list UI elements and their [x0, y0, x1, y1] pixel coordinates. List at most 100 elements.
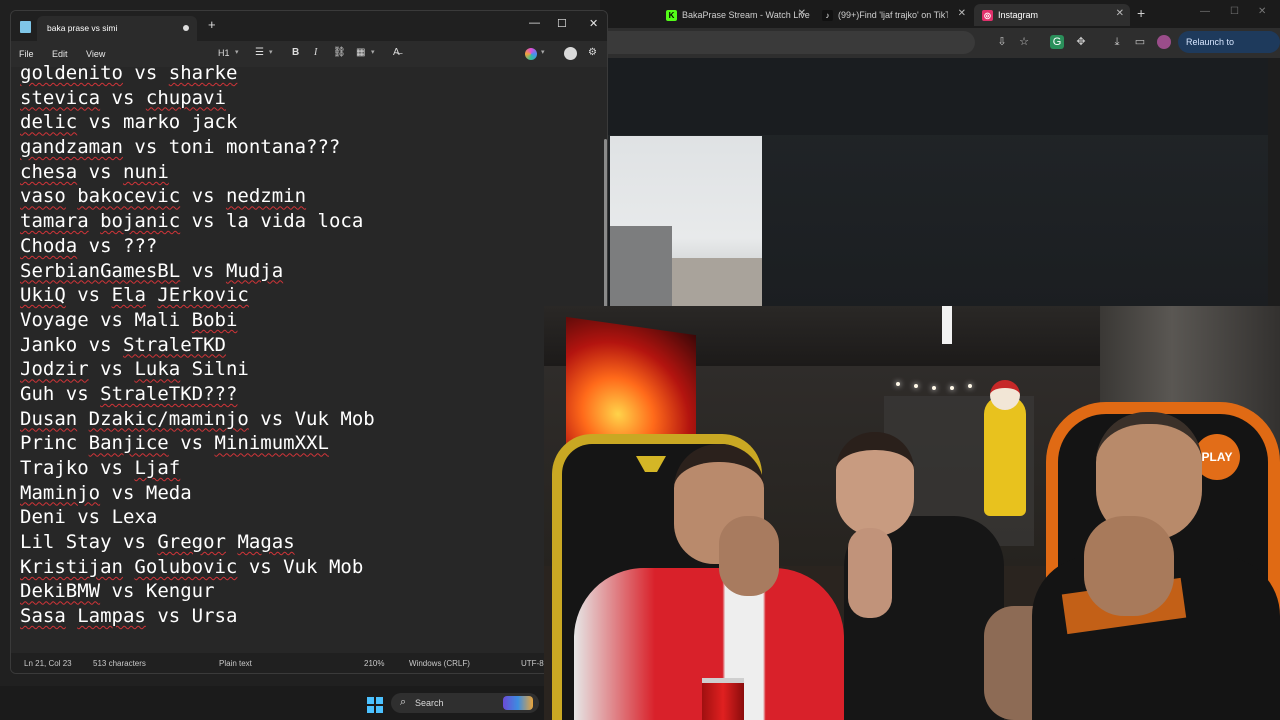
notepad-app-icon — [20, 21, 31, 33]
string-light — [950, 386, 954, 390]
text-line[interactable]: Trajko vs Ljaf — [20, 456, 375, 481]
text-line[interactable]: SerbianGamesBL vs Mudja — [20, 259, 375, 284]
list-icon[interactable]: ☰ — [255, 46, 264, 60]
string-light — [932, 386, 936, 390]
tab-label: BakaPrase Stream - Watch Live — [682, 10, 810, 20]
line-ending[interactable]: Windows (CRLF) — [409, 659, 470, 668]
bookmark-star-icon[interactable]: ☆ — [1017, 35, 1031, 49]
taskbar-search[interactable]: ⌕ Search — [391, 693, 539, 713]
page-panel — [600, 58, 1268, 135]
notepad-editor[interactable]: goldenito vs sharke stevica vs chupavi del… — [11, 62, 607, 653]
windows-start-icon[interactable] — [367, 697, 383, 713]
string-light — [914, 384, 918, 388]
search-highlight-icon — [503, 696, 533, 710]
text-line[interactable]: Voyage vs Mali Bobi — [20, 308, 375, 333]
text-line[interactable]: Kristijan Golubovic vs Vuk Mob — [20, 555, 375, 580]
browser-tab-tiktok[interactable]: ♪ (99+)Find 'ljaf trajko' on TikTok ✕ — [814, 4, 972, 26]
address-bar[interactable] — [600, 31, 975, 54]
close-icon[interactable]: ✕ — [958, 8, 966, 19]
building-shape — [672, 258, 762, 306]
text-line[interactable]: Dusan Dzakic/maminjo vs Vuk Mob — [20, 407, 375, 432]
text-line[interactable]: goldenito vs sharke — [20, 61, 375, 86]
desktop: K BakaPrase Stream - Watch Live ✕ ♪ (99+… — [0, 0, 1280, 720]
close-icon[interactable]: ✕ — [798, 8, 806, 19]
puzzle-icon[interactable]: ✥ — [1074, 35, 1088, 49]
maximize-icon[interactable]: ☐ — [1230, 6, 1239, 17]
browser-tab-instagram[interactable]: ◎ Instagram ✕ — [974, 4, 1130, 26]
text-line[interactable]: Choda vs ??? — [20, 234, 375, 259]
text-line[interactable]: DekiBMW vs Kengur — [20, 579, 375, 604]
figurine-head — [990, 380, 1020, 410]
text-line[interactable]: Maminjo vs Meda — [20, 481, 375, 506]
unsaved-dot-icon[interactable] — [183, 25, 189, 31]
text-line[interactable]: Sasa Lampas vs Ursa — [20, 604, 375, 629]
person-left-hand — [719, 516, 779, 596]
browser-scrollbar[interactable] — [1268, 58, 1280, 310]
browser-window: K BakaPrase Stream - Watch Live ✕ ♪ (99+… — [600, 0, 1280, 310]
person-middle-head — [836, 432, 914, 536]
post-image[interactable] — [610, 136, 762, 306]
kick-icon: K — [666, 9, 677, 21]
string-light — [896, 382, 900, 386]
instagram-page — [600, 58, 1280, 310]
heading-dropdown[interactable]: H1 — [218, 46, 230, 60]
new-tab-button[interactable]: + — [208, 18, 216, 31]
text-line[interactable]: Lil Stay vs Gregor Magas — [20, 530, 375, 555]
browser-tabstrip: K BakaPrase Stream - Watch Live ✕ ♪ (99+… — [600, 0, 1280, 28]
browser-toolbar: ⇩ ☆ G ✥ ⤓ ▭ Relaunch to update⋮ — [600, 28, 1280, 69]
close-icon[interactable]: ✕ — [1116, 8, 1124, 19]
install-icon[interactable]: ⇩ — [995, 35, 1009, 49]
text-line[interactable]: Guh vs StraleTKD??? — [20, 382, 375, 407]
clear-formatting-icon[interactable]: A̶ — [393, 46, 400, 60]
link-icon[interactable]: ⛓ — [333, 46, 346, 60]
relaunch-button[interactable]: Relaunch to update⋮ — [1178, 31, 1280, 69]
text-line[interactable]: gandzaman vs toni montana??? — [20, 135, 375, 160]
menu-edit[interactable]: Edit — [52, 49, 68, 59]
chevron-down-icon[interactable]: ▾ — [269, 46, 273, 60]
gear-icon[interactable]: ⚙ — [588, 46, 597, 60]
minimize-icon[interactable]: — — [529, 17, 540, 29]
text-line[interactable]: Princ Banjice vs MinimumXXL — [20, 431, 375, 456]
account-icon[interactable] — [564, 47, 577, 60]
maximize-icon[interactable]: ☐ — [557, 17, 567, 30]
document-text[interactable]: goldenito vs sharke stevica vs chupavi del… — [20, 61, 375, 629]
cursor-position: Ln 21, Col 23 — [24, 659, 72, 668]
zoom-level[interactable]: 210% — [364, 659, 384, 668]
chevron-down-icon[interactable]: ▾ — [235, 46, 239, 60]
character-count: 513 characters — [93, 659, 146, 668]
text-line[interactable]: Janko vs StraleTKD — [20, 333, 375, 358]
menu-view[interactable]: View — [86, 49, 105, 59]
text-line[interactable]: Jodzir vs Luka Silni — [20, 357, 375, 382]
menu-file[interactable]: File — [19, 49, 34, 59]
encoding[interactable]: UTF-8 — [521, 659, 544, 668]
text-line[interactable]: vaso bakocevic vs nedzmin — [20, 184, 375, 209]
soda-can — [702, 678, 744, 720]
notepad-tab[interactable]: baka prase vs simi — [37, 16, 197, 41]
download-icon[interactable]: ⤓ — [1110, 35, 1124, 49]
chevron-down-icon[interactable]: ▾ — [541, 46, 545, 60]
webcam-overlay: PLAY — [544, 306, 1280, 720]
text-line[interactable]: tamara bojanic vs la vida loca — [20, 209, 375, 234]
close-icon[interactable]: ✕ — [1258, 6, 1266, 17]
profile-avatar[interactable] — [1157, 35, 1171, 49]
text-line[interactable]: stevica vs chupavi — [20, 86, 375, 111]
tab-search-icon[interactable]: ▭ — [1133, 35, 1147, 49]
text-line[interactable]: Deni vs Lexa — [20, 505, 375, 530]
text-line[interactable]: delic vs marko jack — [20, 110, 375, 135]
extension-icon[interactable]: G — [1050, 35, 1064, 49]
table-icon[interactable]: ▦ — [356, 46, 365, 60]
bold-button[interactable]: B — [292, 46, 299, 60]
minimize-icon[interactable]: — — [1200, 6, 1210, 17]
close-icon[interactable]: ✕ — [589, 17, 598, 30]
browser-tab-kick[interactable]: K BakaPrase Stream - Watch Live ✕ — [658, 4, 812, 26]
italic-button[interactable]: I — [314, 46, 317, 60]
chevron-down-icon[interactable]: ▾ — [371, 46, 375, 60]
new-tab-button[interactable]: + — [1137, 5, 1145, 21]
person-right-hand — [1084, 516, 1174, 616]
copilot-icon[interactable] — [525, 48, 537, 60]
figurine — [984, 396, 1026, 516]
text-line[interactable]: UkiQ vs Ela JErkovic — [20, 283, 375, 308]
ceiling-light — [942, 306, 952, 344]
text-line[interactable]: chesa vs nuni — [20, 160, 375, 185]
search-icon: ⌕ — [400, 696, 407, 708]
